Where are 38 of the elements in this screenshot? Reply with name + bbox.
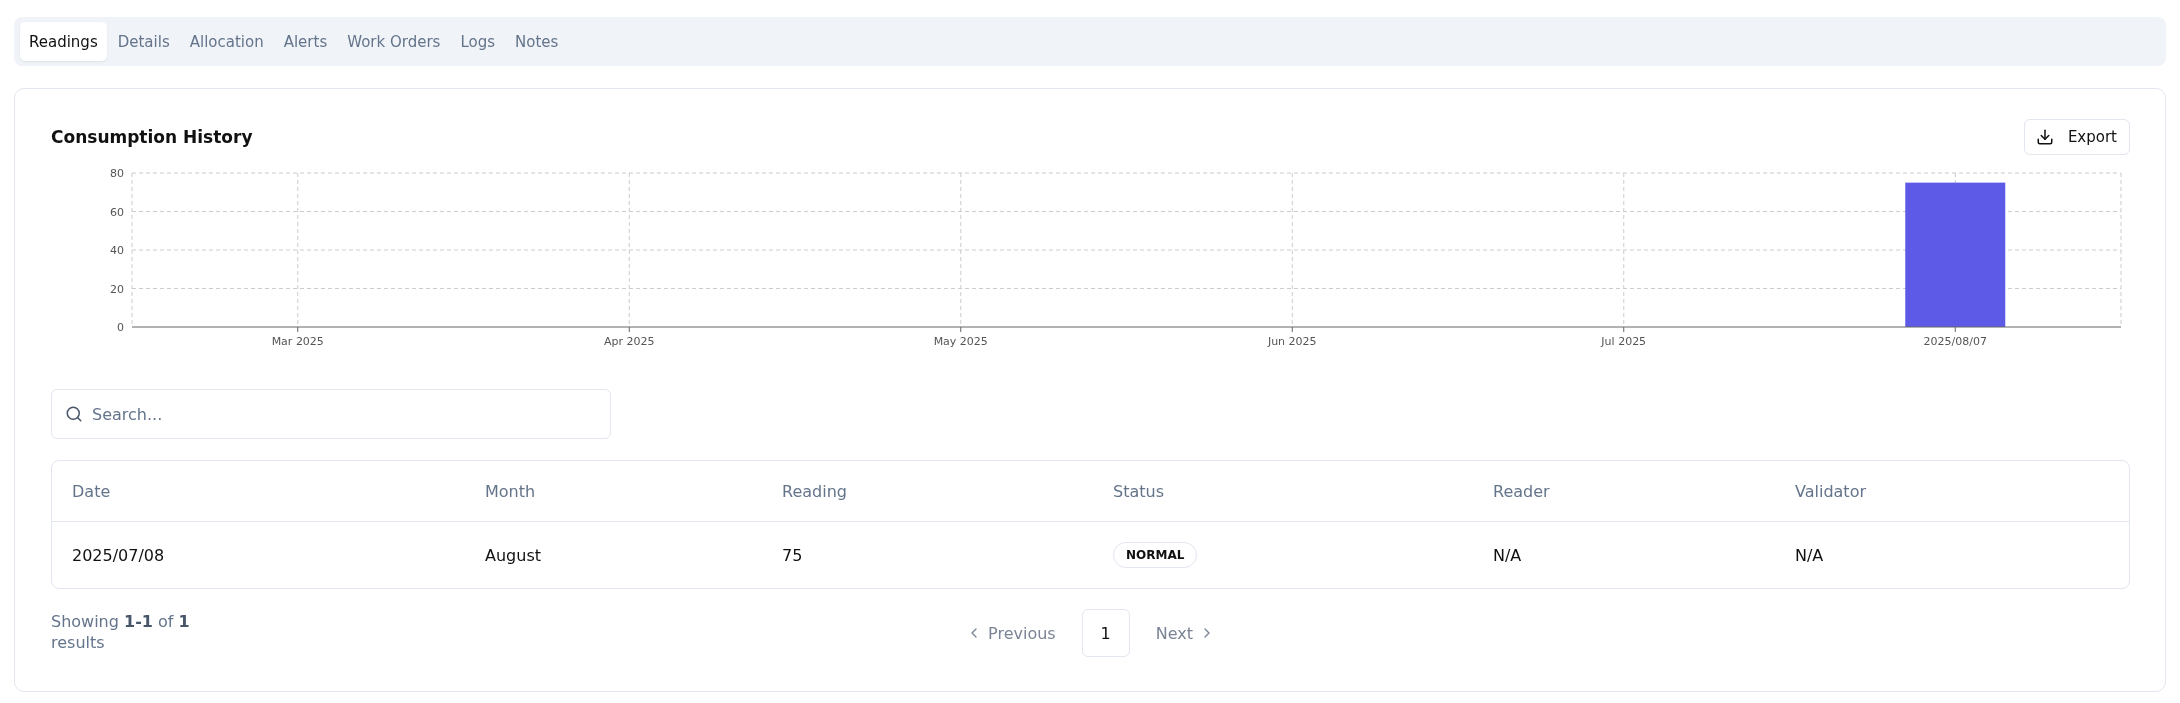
column-header: Reader bbox=[1493, 481, 1550, 501]
x-tick-label: Jul 2025 bbox=[1601, 335, 1647, 348]
tab[interactable]: Alerts bbox=[274, 22, 337, 61]
x-tick-label: Mar 2025 bbox=[271, 335, 324, 348]
column-header: Date bbox=[72, 481, 111, 501]
results-summary: Showing 1-1 of 1 results bbox=[51, 612, 191, 654]
tab[interactable]: Logs bbox=[451, 22, 504, 61]
y-tick-label: 60 bbox=[110, 205, 124, 219]
x-tick-label: 2025/08/07 bbox=[1923, 335, 1987, 348]
search-field[interactable]: Search... bbox=[51, 389, 611, 439]
tab[interactable]: Notes bbox=[506, 22, 568, 61]
tab[interactable]: Details bbox=[108, 22, 179, 61]
previous-button[interactable]: Previous bbox=[962, 619, 1060, 647]
tab[interactable]: Readings bbox=[20, 22, 107, 61]
section-title: Consumption History bbox=[51, 127, 253, 147]
table-cell: N/A bbox=[1493, 545, 1522, 565]
x-tick-label: May 2025 bbox=[933, 335, 988, 348]
x-tick-label: Apr 2025 bbox=[604, 335, 655, 348]
x-tick-label: Jun 2025 bbox=[1267, 335, 1317, 348]
page-button[interactable]: 1 bbox=[1081, 609, 1130, 657]
y-tick-label: 80 bbox=[110, 167, 124, 180]
export-button[interactable]: Export bbox=[2023, 119, 2130, 155]
table-cell: 2025/07/08 bbox=[72, 545, 165, 565]
column-header: Month bbox=[485, 481, 536, 501]
column-header: Status bbox=[1113, 481, 1164, 501]
y-tick-label: 0 bbox=[117, 321, 124, 334]
tab[interactable]: Allocation bbox=[180, 22, 273, 61]
table-cell: N/A bbox=[1795, 545, 1824, 565]
table-cell: 75 bbox=[782, 545, 803, 565]
column-header: Reading bbox=[782, 481, 847, 501]
column-header: Validator bbox=[1795, 481, 1866, 501]
search-icon bbox=[65, 405, 83, 423]
table-cell: August bbox=[485, 545, 541, 565]
next-button[interactable]: Next bbox=[1151, 619, 1219, 647]
y-tick-label: 20 bbox=[110, 282, 124, 296]
download-icon bbox=[2035, 128, 2054, 146]
y-tick-label: 40 bbox=[110, 244, 124, 257]
tab[interactable]: Work Orders bbox=[338, 22, 450, 61]
